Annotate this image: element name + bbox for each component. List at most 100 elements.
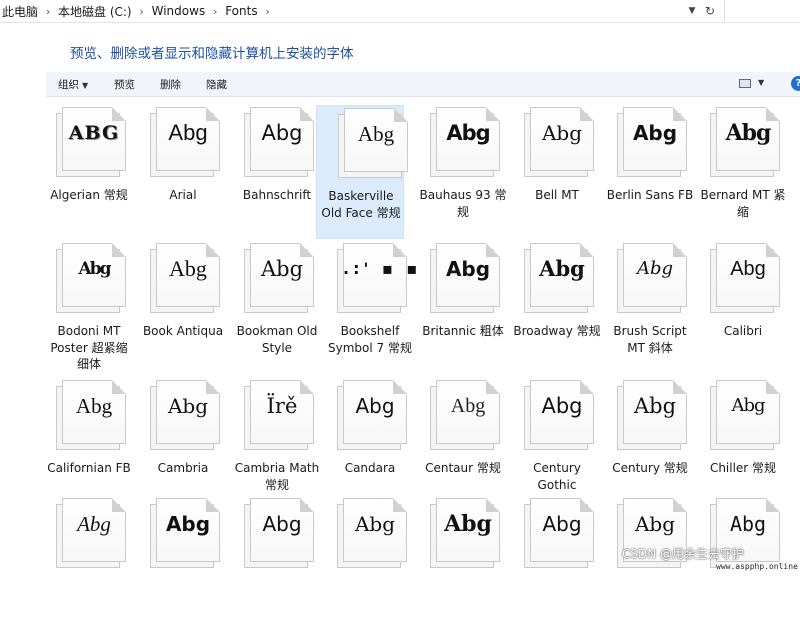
font-name-label: Bahnschrift [242,188,312,202]
font-file-icon: ABG [56,107,126,177]
font-tile[interactable]: Abg Century Gothic [524,378,612,512]
font-tile[interactable]: Abg [244,496,332,630]
font-name-label: Century Gothic [533,461,581,492]
font-tile[interactable]: Ïrě Cambria Math 常规 [235,378,332,512]
font-sample: Abg [541,121,583,145]
font-sample: Abg [75,394,113,418]
font-tile[interactable]: Abg Bauhaus 93 常规 [420,105,518,239]
font-sample: Abg [731,395,765,416]
font-file-icon: Abg [524,107,594,177]
font-sample: .:' ▪ ▪ [343,259,422,278]
font-name-label: Berlin Sans FB [606,188,694,202]
font-file-icon: Abg [617,380,687,450]
font-sample: Abg [355,394,395,418]
font-tile[interactable]: Abg [56,496,144,630]
font-tile[interactable]: Abg Baskerville Old Face 常规 [316,105,408,239]
font-file-icon: Abg [150,498,220,568]
font-name-label: Cambria [157,461,209,475]
font-sample: Abg [167,394,209,418]
font-sample: Abg [168,120,208,145]
font-name-label: Bell MT [535,188,579,202]
font-file-icon: Abg [524,498,594,568]
font-sample: Abg [636,258,674,279]
font-tile[interactable]: Abg [430,496,518,630]
font-tile[interactable]: Abg Bodoni MT Poster 超紧缩 细体 [50,241,144,375]
font-tile[interactable]: Abg Candara [337,378,425,512]
font-sample: Abg [445,257,491,281]
font-tile[interactable]: .:' ▪ ▪ Bookshelf Symbol 7 常规 [328,241,425,375]
font-sample: Abg [446,121,490,145]
font-tile[interactable]: Abg [617,496,705,630]
font-name-label: Chiller 常规 [709,461,777,475]
font-tile[interactable]: Abg Bernard MT 紧缩 [701,105,798,239]
font-sample: Abg [633,394,677,418]
font-tile[interactable]: ABG Algerian 常规 [50,105,144,239]
font-tile[interactable]: Abg Berlin Sans FB [607,105,705,239]
font-tile[interactable]: Abg Bell MT [524,105,612,239]
font-sample: Abg [260,257,304,281]
font-file-icon: Abg [337,498,407,568]
font-tile[interactable]: Abg Californian FB [47,378,144,512]
font-tile[interactable]: Abg Calibri [710,241,798,375]
font-tile[interactable]: Abg Book Antiqua [143,241,238,375]
font-name-label: Broadway 常规 [513,324,601,338]
font-name-label: Bookman Old Style [236,324,318,355]
watermark-site: www.aspphp.online [716,562,798,571]
font-file-icon: Abg [430,498,500,568]
font-name-label: Bernard MT 紧缩 [700,188,786,219]
font-name-label: Cambria Math 常规 [234,461,320,492]
font-sample: Abg [730,258,766,280]
font-file-icon: Abg [524,243,594,313]
font-file-icon: Abg [244,243,314,313]
font-sample: Ïrě [266,394,298,418]
font-name-label: Algerian 常规 [50,188,128,202]
font-sample: Abg [169,256,207,281]
font-tile[interactable]: Abg Chiller 常规 [710,378,798,512]
font-sample: Abg [444,511,492,537]
font-file-icon: Abg [430,107,500,177]
font-sample: Abg [165,512,211,536]
font-name-label: Bookshelf Symbol 7 常规 [328,324,412,355]
font-sample: Abg [634,512,676,536]
font-tile[interactable]: Abg Broadway 常规 [513,241,612,375]
font-tile[interactable]: Abg Britannic 粗体 [422,241,518,375]
font-file-icon: Abg [617,243,687,313]
font-sample: Abg [450,395,486,417]
font-tile[interactable]: Abg [150,496,238,630]
font-tile[interactable]: Abg Bookman Old Style [237,241,332,375]
font-tile[interactable]: Abg [337,496,425,630]
font-name-label: Arial [169,188,197,202]
font-tile[interactable]: Abg [524,496,612,630]
font-sample: Abg [77,512,111,536]
font-sample: ABG [68,122,120,144]
font-sample: Abg [542,512,582,536]
font-file-icon: Abg [150,107,220,177]
font-file-icon: Abg [710,107,780,177]
font-tile[interactable]: Abg Century 常规 [612,378,705,512]
font-file-icon: Abg [56,380,126,450]
font-file-icon: Abg [338,108,408,178]
font-name-label: Book Antiqua [142,324,224,338]
font-name-label: Candara [344,461,396,475]
font-file-icon: Abg [56,243,126,313]
font-file-icon: Abg [710,380,780,450]
font-tile[interactable]: Abg Brush Script MT 斜体 [613,241,705,375]
font-name-label: Baskerville Old Face 常规 [321,189,401,220]
font-sample: Abg [262,512,302,536]
font-tile[interactable]: Abg Arial [150,105,238,239]
font-file-icon: Abg [244,107,314,177]
font-sample: Abg [541,394,583,418]
font-file-icon: Abg [337,380,407,450]
font-tile[interactable]: Abg Centaur 常规 [425,378,518,512]
font-name-label: Bodoni MT Poster 超紧缩 细体 [50,324,128,371]
font-tile[interactable]: Abg Cambria [150,378,238,512]
font-file-icon: Abg [710,243,780,313]
font-name-label: Britannic 粗体 [422,324,504,338]
font-name-label: Century 常规 [612,461,688,475]
font-sample: Abg [357,122,395,146]
font-sample: Abg [539,256,585,281]
font-file-icon: Abg [430,380,500,450]
font-file-icon: Abg [56,498,126,568]
font-name-label: Centaur 常规 [425,461,501,475]
font-file-icon: Abg [150,380,220,450]
